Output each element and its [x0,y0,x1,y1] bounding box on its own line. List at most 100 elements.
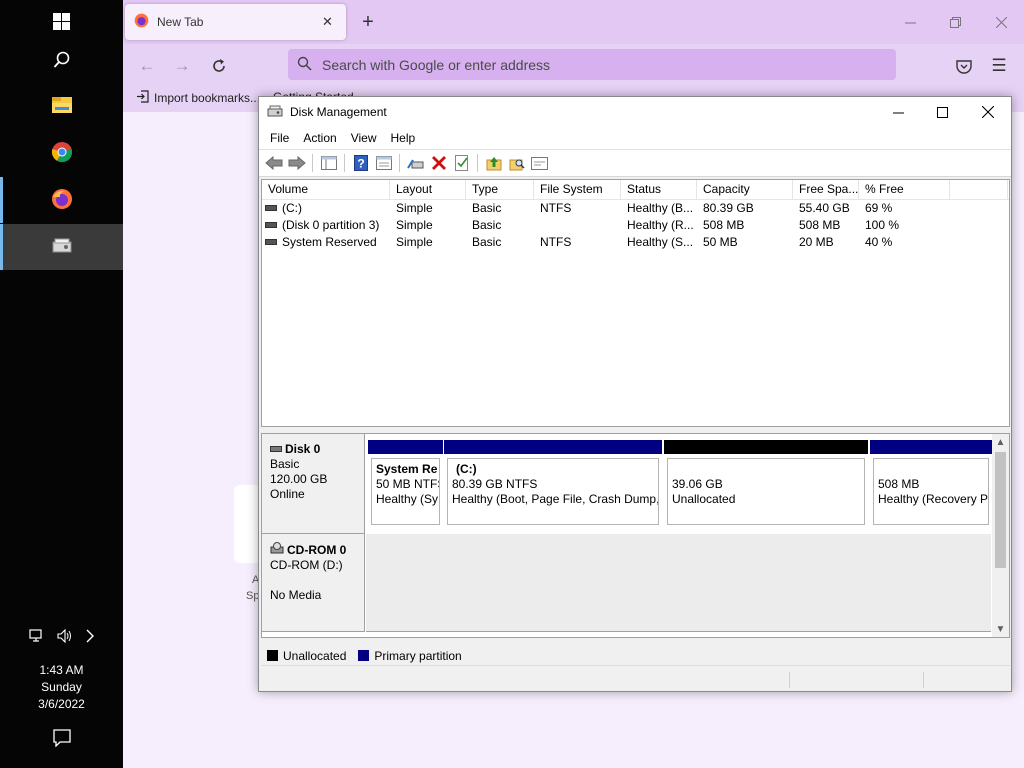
window-titlebar[interactable]: Disk Management [259,97,1011,127]
status-bar [259,668,1011,691]
scrollbar-thumb[interactable] [995,452,1006,568]
disk-0-info[interactable]: Disk 0 Basic 120.00 GB Online [262,434,365,534]
primary-partition-swatch [358,650,370,661]
disk-management-icon [50,236,74,259]
column-header-empty [950,180,1008,200]
file-explorer-button[interactable] [0,83,123,129]
column-header-volume[interactable]: Volume [262,180,390,200]
reload-icon[interactable] [205,52,233,80]
status-cell: Healthy (R... [627,218,694,232]
disk-management-window: Disk Management File Action View Help ? [258,96,1012,692]
partition-title [878,462,988,477]
free-space-cell: 508 MB [799,218,841,232]
cdrom-0-spacer [270,573,364,588]
volume-cell: (C:) [262,200,390,217]
maximize-button[interactable] [919,97,965,127]
browser-minimize-button[interactable] [887,10,933,34]
volume-row[interactable]: (C:) Simple Basic NTFS Healthy (B... 80.… [262,200,1009,217]
delete-icon[interactable] [428,153,449,174]
type-cell: Basic [472,201,502,215]
partition-details: 39.06 GB Unallocated [667,458,865,525]
tab-bar: New Tab ✕ + [123,0,1024,44]
partition-c-drive[interactable]: (C:) 80.39 GB NTFS Healthy (Boot, Page F… [444,440,662,528]
address-bar[interactable]: Search with Google or enter address [288,49,896,80]
back-arrow-icon[interactable]: ← [133,52,161,80]
menu-icon[interactable]: ☰ [985,52,1013,80]
pocket-icon[interactable] [950,52,978,80]
search-folder-icon[interactable] [506,153,527,174]
show-hide-console-tree-icon[interactable] [318,153,339,174]
notification-button[interactable] [0,726,123,752]
percent-free-cell: 69 % [865,201,893,215]
tab-close-icon[interactable]: ✕ [322,14,333,30]
search-button[interactable] [0,38,123,84]
column-header-type[interactable]: Type [466,180,534,200]
minimize-button[interactable] [875,97,921,127]
forward-arrow-icon[interactable]: → [168,52,196,80]
status-cell: Healthy (S... [627,235,694,249]
properties-icon[interactable] [373,153,394,174]
partition-color-bar [664,440,868,454]
scroll-up-arrow-icon[interactable]: ▲ [992,434,1009,450]
toolbar-separator [344,154,345,172]
chrome-button[interactable] [0,130,123,176]
menu-help[interactable]: Help [384,131,423,145]
disk-management-taskbar-button[interactable] [0,224,123,270]
new-tab-button[interactable]: + [355,10,381,36]
browser-restore-button[interactable] [932,10,978,34]
volume-row[interactable]: System Reserved Simple Basic NTFS Health… [262,234,1009,251]
layout-cell: Simple [396,235,433,249]
menu-file[interactable]: File [263,131,296,145]
disk-0-type: Basic [270,457,300,471]
connect-disk-icon[interactable] [405,153,426,174]
column-header-capacity[interactable]: Capacity [697,180,793,200]
close-button[interactable] [965,97,1011,127]
legend-primary-partition: Primary partition [374,648,462,663]
address-bar-placeholder: Search with Google or enter address [322,56,551,73]
clock[interactable]: 1:43 AM Sunday 3/6/2022 [0,662,123,713]
chrome-icon [51,141,73,166]
forward-arrow-icon[interactable] [286,153,307,174]
browser-close-button[interactable] [978,10,1024,34]
svg-text:?: ? [357,157,364,171]
clock-day: Sunday [41,680,82,694]
volume-name: (Disk 0 partition 3) [282,218,380,232]
import-bookmarks-link[interactable]: Import bookmarks... [136,90,260,106]
notification-icon [52,728,71,750]
free-space-cell: 20 MB [799,235,834,249]
file-system-cell [534,217,621,234]
back-arrow-icon[interactable] [263,153,284,174]
firefox-button[interactable] [0,177,123,223]
tab-new-tab[interactable]: New Tab ✕ [125,4,346,40]
volume-row[interactable]: (Disk 0 partition 3) Simple Basic Health… [262,217,1009,234]
search-icon [53,51,71,72]
column-header-status[interactable]: Status [621,180,697,200]
partition-size: 39.06 GB [672,477,723,491]
scroll-down-arrow-icon[interactable]: ▼ [992,621,1009,637]
column-header-percent-free[interactable]: % Free [859,180,950,200]
check-icon[interactable] [451,153,472,174]
network-icon[interactable] [28,628,45,646]
disk-management-icon [267,104,283,121]
column-header-file-system[interactable]: File System [534,180,621,200]
partition-recovery[interactable]: 508 MB Healthy (Recovery P [870,440,992,528]
cdrom-0-info[interactable]: CD-ROM 0 CD-ROM (D:) No Media [262,534,365,632]
partition-system-reserved[interactable]: System Re 50 MB NTFS Healthy (Sy [368,440,443,528]
up-folder-icon[interactable] [483,153,504,174]
partition-size: 508 MB [878,477,920,491]
vertical-scrollbar[interactable]: ▲ ▼ [992,434,1009,637]
menu-view[interactable]: View [344,131,384,145]
column-header-layout[interactable]: Layout [390,180,466,200]
chevron-right-icon[interactable] [85,629,95,646]
partition-unallocated[interactable]: 39.06 GB Unallocated [664,440,868,528]
help-icon[interactable]: ? [350,153,371,174]
volume-icon[interactable] [56,628,73,646]
unallocated-swatch [267,650,278,661]
console-window-icon[interactable] [529,153,550,174]
free-space-cell: 55.40 GB [799,201,850,215]
clock-time: 1:43 AM [39,663,84,677]
column-header-free-space[interactable]: Free Spa... [793,180,859,200]
menu-action[interactable]: Action [296,131,343,145]
cdrom-0-media-area[interactable] [366,534,991,632]
volume-list: Volume Layout Type File System Status Ca… [261,179,1010,427]
